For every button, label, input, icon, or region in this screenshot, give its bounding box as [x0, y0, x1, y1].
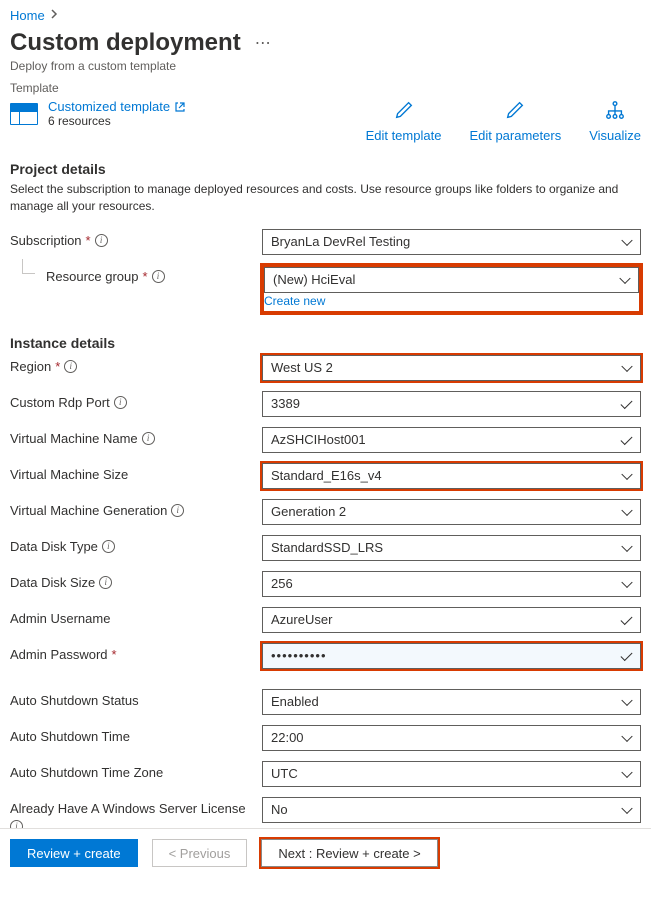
next-button[interactable]: Next : Review + create > — [261, 839, 437, 867]
info-icon[interactable]: i — [142, 432, 155, 445]
custom-rdp-input[interactable]: 3389 — [262, 391, 641, 417]
template-section-label: Template — [10, 81, 641, 95]
disk-size-select[interactable]: 256 — [262, 571, 641, 597]
pencil-icon — [504, 99, 526, 124]
custom-rdp-label: Custom Rdp Porti — [10, 391, 262, 410]
subscription-select[interactable]: BryanLa DevRel Testing — [262, 229, 641, 255]
info-icon[interactable]: i — [171, 504, 184, 517]
admin-username-label: Admin Username — [10, 607, 262, 626]
visualize-button[interactable]: Visualize — [589, 99, 641, 143]
region-label: Region*i — [10, 355, 262, 374]
info-icon[interactable]: i — [114, 396, 127, 409]
resource-group-select[interactable]: (New) HciEval — [264, 267, 639, 293]
disk-type-label: Data Disk Typei — [10, 535, 262, 554]
hierarchy-icon — [604, 99, 626, 124]
auto-shutdown-tz-select[interactable]: UTC — [262, 761, 641, 787]
edit-template-label: Edit template — [366, 128, 442, 143]
region-select[interactable]: West US 2 — [262, 355, 641, 381]
pencil-icon — [393, 99, 415, 124]
external-link-icon — [174, 101, 186, 113]
admin-password-label: Admin Password* — [10, 643, 262, 662]
visualize-label: Visualize — [589, 128, 641, 143]
vm-name-input[interactable]: AzSHCIHost001 — [262, 427, 641, 453]
vm-size-label: Virtual Machine Size — [10, 463, 262, 482]
info-icon[interactable]: i — [95, 234, 108, 247]
vm-gen-label: Virtual Machine Generationi — [10, 499, 262, 518]
instance-details-heading: Instance details — [10, 335, 641, 351]
vm-size-select[interactable]: Standard_E16s_v4 — [262, 463, 641, 489]
project-details-desc: Select the subscription to manage deploy… — [10, 181, 641, 215]
disk-type-select[interactable]: StandardSSD_LRS — [262, 535, 641, 561]
footer-action-bar: Review + create < Previous Next : Review… — [0, 828, 651, 877]
auto-shutdown-time-label: Auto Shutdown Time — [10, 725, 262, 744]
chevron-right-icon — [51, 9, 58, 22]
create-new-link[interactable]: Create new — [264, 294, 325, 308]
auto-shutdown-time-select[interactable]: 22:00 — [262, 725, 641, 751]
info-icon[interactable]: i — [64, 360, 77, 373]
more-menu-icon[interactable]: ⋯ — [249, 33, 277, 53]
edit-parameters-button[interactable]: Edit parameters — [469, 99, 561, 143]
windows-license-select[interactable]: No — [262, 797, 641, 823]
auto-shutdown-status-select[interactable]: Enabled — [262, 689, 641, 715]
auto-shutdown-tz-label: Auto Shutdown Time Zone — [10, 761, 262, 780]
resource-group-label: Resource group*i — [10, 265, 262, 284]
admin-password-input[interactable]: •••••••••• — [262, 643, 641, 669]
info-icon[interactable]: i — [99, 576, 112, 589]
page-subtitle: Deploy from a custom template — [10, 59, 641, 73]
vm-gen-select[interactable]: Generation 2 — [262, 499, 641, 525]
edit-template-button[interactable]: Edit template — [366, 99, 442, 143]
edit-parameters-label: Edit parameters — [469, 128, 561, 143]
customized-template-link[interactable]: Customized template — [48, 99, 170, 114]
subscription-label: Subscription*i — [10, 229, 262, 248]
info-icon[interactable]: i — [152, 270, 165, 283]
template-card: Customized template 6 resources — [10, 99, 186, 128]
template-icon — [10, 103, 38, 125]
vm-name-label: Virtual Machine Namei — [10, 427, 262, 446]
breadcrumb: Home — [10, 8, 641, 23]
info-icon[interactable]: i — [102, 540, 115, 553]
auto-shutdown-status-label: Auto Shutdown Status — [10, 689, 262, 708]
breadcrumb-home[interactable]: Home — [10, 8, 45, 23]
review-create-button[interactable]: Review + create — [10, 839, 138, 867]
template-resources-count: 6 resources — [48, 114, 186, 128]
admin-username-input[interactable]: AzureUser — [262, 607, 641, 633]
previous-button[interactable]: < Previous — [152, 839, 248, 867]
disk-size-label: Data Disk Sizei — [10, 571, 262, 590]
page-title: Custom deployment — [10, 29, 241, 57]
project-details-heading: Project details — [10, 161, 641, 177]
